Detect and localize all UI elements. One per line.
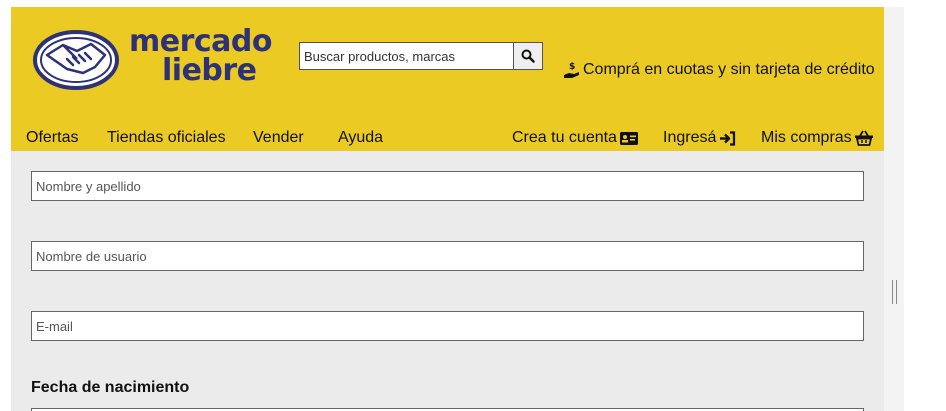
logo-text-line2: liebre [162, 53, 257, 88]
logo-text-line1: mercado [129, 24, 273, 59]
scrollbar-track[interactable] [884, 7, 904, 411]
username-field[interactable] [31, 241, 864, 271]
purchases-label: Mis compras [761, 129, 852, 146]
email-field[interactable] [31, 311, 864, 341]
id-card-icon [619, 131, 638, 145]
create-account-label: Crea tu cuenta [512, 129, 617, 146]
search-bar [299, 42, 543, 70]
page: mercado liebre $ Comprá en cuotas y sin … [11, 7, 884, 411]
promo-link[interactable]: $ Comprá en cuotas y sin tarjeta de créd… [563, 61, 875, 79]
search-input[interactable] [300, 43, 513, 69]
create-account-link[interactable]: Crea tu cuenta [512, 129, 638, 147]
nav-item-tiendas-oficiales[interactable]: Tiendas oficiales [107, 129, 226, 147]
handshake-logo-icon [33, 30, 119, 90]
birthdate-title: Fecha de nacimiento [31, 379, 190, 396]
money-hand-icon: $ [564, 62, 579, 78]
purchases-link[interactable]: Mis compras [761, 129, 873, 147]
basket-icon [854, 130, 873, 146]
scrollbar-handle[interactable] [892, 280, 897, 304]
search-button[interactable] [513, 43, 542, 69]
main-nav: Ofertas Tiendas oficiales Vender Ayuda C… [11, 127, 884, 149]
promo-text: Comprá en cuotas y sin tarjeta de crédit… [583, 61, 875, 78]
full-name-field[interactable] [31, 171, 864, 201]
nav-item-vender[interactable]: Vender [253, 129, 304, 147]
svg-text:$: $ [569, 62, 575, 72]
logo[interactable]: mercado liebre [33, 27, 273, 93]
nav-item-ayuda[interactable]: Ayuda [338, 129, 383, 147]
header: mercado liebre $ Comprá en cuotas y sin … [11, 7, 884, 151]
login-link[interactable]: Ingresá [663, 129, 736, 147]
search-icon [521, 49, 535, 63]
logo-text: mercado liebre [129, 24, 273, 88]
login-label: Ingresá [663, 129, 717, 146]
nav-item-ofertas[interactable]: Ofertas [26, 129, 78, 147]
sign-in-icon [720, 130, 736, 146]
